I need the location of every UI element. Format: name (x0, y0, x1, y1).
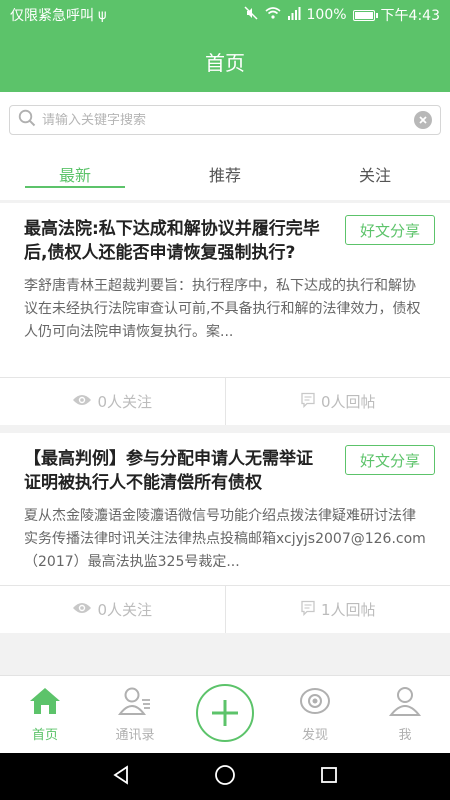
search-box[interactable] (9, 105, 441, 135)
tab-recommended[interactable]: 推荐 (150, 148, 300, 200)
signal-icon (287, 6, 301, 24)
follow-button[interactable]: 0人关注 (0, 586, 225, 633)
nav-label: 发现 (301, 728, 328, 743)
tab-following[interactable]: 关注 (300, 148, 450, 200)
reply-button[interactable]: 1人回帖 (224, 586, 450, 633)
tab-bar: 最新 推荐 关注 (0, 148, 450, 200)
system-nav-bar (0, 753, 450, 800)
article-summary: 李舒唐青林王超裁判要旨：执行程序中，私下达成的执行和解协议在未经执行法院审查认可… (24, 278, 421, 340)
clear-search-button[interactable] (414, 111, 432, 129)
nav-label: 首页 (31, 728, 58, 743)
home-circle-icon[interactable] (214, 764, 236, 790)
comment-icon (300, 392, 316, 412)
battery-percent: 100% (306, 7, 347, 23)
wifi-icon (264, 6, 281, 24)
follower-count: 0人关注 (97, 601, 153, 619)
share-article-button[interactable]: 好文分享 (345, 445, 435, 475)
discover-eye-icon (298, 686, 332, 720)
reply-count: 1人回帖 (320, 601, 376, 619)
nav-label: 我 (398, 728, 412, 743)
article-footer: 0人关注 1人回帖 (0, 585, 450, 633)
article-summary: 夏从杰金陵灋语金陵灋语微信号功能介绍点拨法律疑难研讨法律实务传播法律时讯关注法律… (24, 508, 426, 570)
carrier-text: 仅限紧急呼叫 (10, 8, 94, 24)
tab-label: 推荐 (208, 166, 241, 185)
back-icon[interactable] (111, 764, 131, 789)
battery-icon (352, 9, 378, 21)
profile-icon (388, 686, 422, 720)
contacts-icon (117, 686, 152, 720)
reply-button[interactable]: 0人回帖 (224, 378, 450, 425)
article-card[interactable]: 【最高判例】参与分配申请人无需举证证明被执行人不能清偿所有债权 好文分享 夏从杰… (0, 433, 450, 633)
share-article-button[interactable]: 好文分享 (345, 215, 435, 245)
search-icon (18, 109, 36, 131)
article-card[interactable]: 最高法院:私下达成和解协议并履行完毕后,债权人还能否申请恢复强制执行? 好文分享… (0, 203, 450, 425)
eye-icon (72, 393, 92, 411)
search-area (0, 92, 450, 148)
add-icon[interactable] (196, 683, 254, 742)
comment-icon (300, 600, 316, 620)
nav-profile[interactable]: 我 (360, 676, 450, 753)
article-footer: 0人关注 0人回帖 (0, 377, 450, 425)
nav-add[interactable] (180, 676, 270, 753)
tab-label: 关注 (358, 166, 391, 185)
article-title[interactable]: 【最高判例】参与分配申请人无需举证证明被执行人不能清偿所有债权 (24, 447, 329, 495)
follow-button[interactable]: 0人关注 (0, 378, 225, 425)
nav-label: 通讯录 (115, 728, 155, 743)
follower-count: 0人关注 (97, 393, 153, 411)
nav-contacts[interactable]: 通讯录 (90, 676, 180, 753)
clock: 下午4:43 (380, 8, 440, 24)
eye-icon (72, 601, 92, 619)
page-title: 首页 (205, 50, 245, 75)
tab-latest[interactable]: 最新 (0, 148, 150, 200)
search-input[interactable] (42, 112, 414, 128)
mute-icon (243, 5, 259, 25)
tab-label: 最新 (58, 166, 91, 185)
usb-icon: ψ (98, 7, 107, 23)
recents-icon[interactable] (319, 765, 339, 789)
reply-count: 0人回帖 (320, 393, 376, 411)
bottom-nav: 首页 通讯录 发现 我 (0, 675, 450, 753)
nav-home[interactable]: 首页 (0, 676, 90, 753)
app-header: 首页 (0, 30, 450, 92)
nav-discover[interactable]: 发现 (270, 676, 360, 753)
article-title[interactable]: 最高法院:私下达成和解协议并履行完毕后,债权人还能否申请恢复强制执行? (24, 217, 329, 265)
status-bar: 仅限紧急呼叫 ψ 100% 下午4:43 (0, 0, 450, 30)
home-icon (28, 686, 62, 720)
